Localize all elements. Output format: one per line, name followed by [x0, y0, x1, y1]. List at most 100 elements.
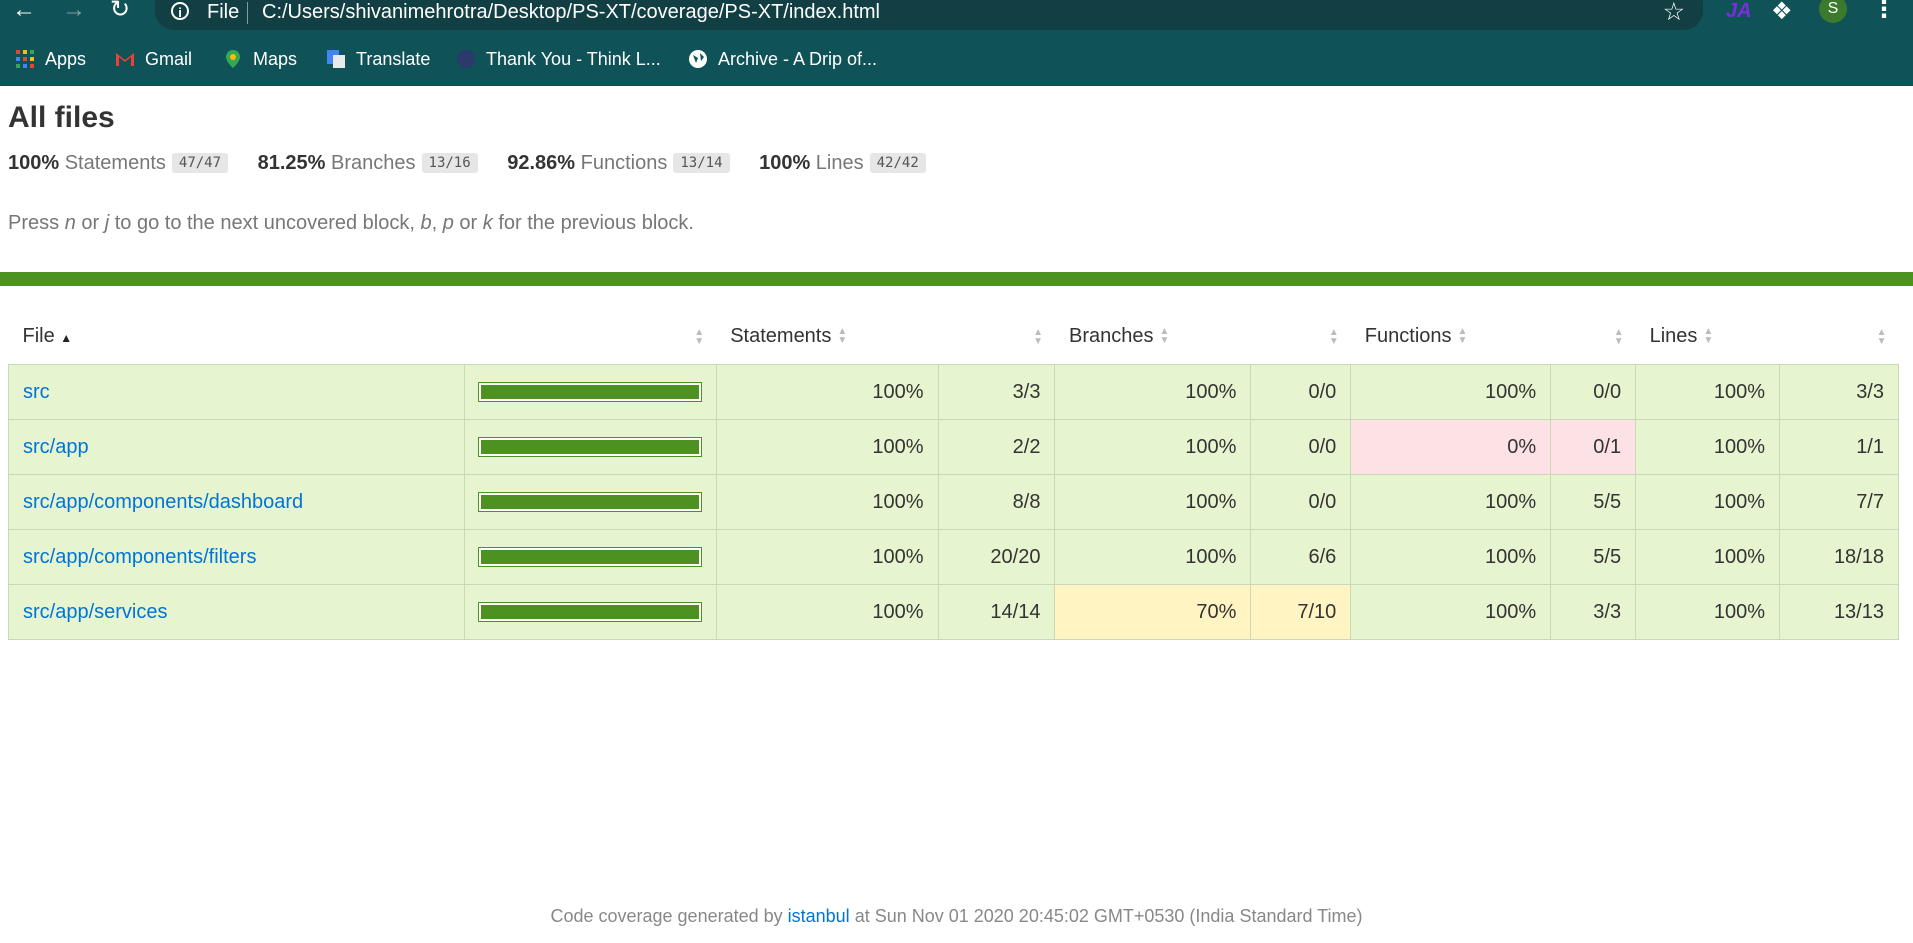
sort-icon: ▲ ▼ — [694, 327, 705, 347]
lines-pct: 100% — [1635, 584, 1780, 640]
statements-pct: 100% — [715, 584, 939, 640]
coverage-bar-cell — [463, 474, 717, 530]
col-lines-raw[interactable]: ▲ ▼ — [1779, 308, 1898, 365]
maps-icon — [226, 49, 240, 68]
file-link[interactable]: src/app/components/dashboard — [23, 491, 303, 513]
extension-ja-icon[interactable]: JA — [1726, 0, 1752, 23]
bookmark-gmail[interactable]: Gmail — [115, 47, 192, 71]
branches-pct: 100% — [1054, 529, 1252, 585]
statements-pct: 100% — [715, 474, 939, 530]
branches-fraction: 0/0 — [1250, 474, 1352, 530]
extensions-puzzle-icon[interactable]: ❖ — [1771, 0, 1793, 26]
col-functions-raw[interactable]: ▲ ▼ — [1551, 308, 1636, 365]
bookmark-maps[interactable]: Maps — [223, 47, 297, 71]
footer: Code coverage generated by istanbul at S… — [0, 906, 1913, 927]
hint-key: b — [420, 212, 432, 234]
lines-pct: 100% — [1635, 419, 1780, 475]
col-functions[interactable]: Functions ▲ ▼ — [1351, 308, 1551, 365]
thinkific-icon — [457, 49, 475, 68]
coverage-bar-cell — [463, 419, 717, 475]
col-branches[interactable]: Branches ▲ ▼ — [1055, 308, 1251, 365]
functions-pct: 100% — [1350, 364, 1552, 420]
summary-statements: 100% Statements 47/47 — [8, 152, 229, 175]
bookmark-label: Archive - A Drip of... — [718, 49, 878, 69]
istanbul-link[interactable]: istanbul — [788, 906, 850, 926]
file-cell: src/app/components/filters — [8, 529, 465, 585]
functions-fraction: 0/0 — [1550, 364, 1637, 420]
status-bar-green — [0, 272, 1913, 286]
col-lines[interactable]: Lines ▲ ▼ — [1636, 308, 1780, 365]
browser-menu-icon[interactable]: ⋮ — [1872, 0, 1896, 24]
apps-grid-icon — [16, 49, 34, 68]
lines-fraction: 7/7 — [1778, 474, 1900, 530]
statements-pct: 100% — [715, 364, 939, 420]
file-cell: src/app/services — [8, 584, 465, 640]
file-cell: src/app — [8, 419, 465, 475]
col-statements-raw[interactable]: ▲ ▼ — [938, 308, 1055, 365]
lines-pct: 100% — [1635, 529, 1780, 585]
bookmark-thank-you[interactable]: Thank You - Think L... — [456, 47, 661, 71]
file-cell: src — [8, 364, 465, 420]
file-link[interactable]: src/app/components/filters — [23, 546, 256, 568]
sort-icon: ▲ ▼ — [1328, 327, 1339, 347]
info-icon[interactable]: i — [171, 2, 189, 20]
forward-arrow-icon[interactable]: → — [62, 0, 86, 22]
bookmark-archive[interactable]: Archive - A Drip of... — [688, 47, 877, 71]
file-link[interactable]: src — [23, 381, 50, 403]
hint-text: , — [431, 212, 443, 234]
coverage-bar — [477, 602, 702, 622]
functions-pct: 100% — [1350, 529, 1552, 585]
summary-fraction: 13/16 — [421, 153, 478, 173]
url-text[interactable]: C:/Users/shivanimehrotra/Desktop/PS-XT/c… — [262, 1, 880, 24]
branches-pct: 100% — [1054, 474, 1252, 530]
summary-pct: 100% — [8, 152, 60, 174]
file-link[interactable]: src/app/services — [23, 601, 168, 623]
hint-key: k — [482, 212, 493, 234]
col-branches-raw[interactable]: ▲ ▼ — [1251, 308, 1351, 365]
coverage-bar-cell — [463, 584, 717, 640]
bookmarks-bar: Apps Gmail Maps Translate Thank You - Th… — [0, 30, 1913, 86]
file-cell: src/app/components/dashboard — [8, 474, 465, 530]
bookmark-star-icon[interactable]: ☆ — [1663, 0, 1685, 27]
functions-fraction: 0/1 — [1550, 419, 1637, 475]
file-link[interactable]: src/app — [23, 436, 89, 458]
sort-icon: ▲ ▼ — [837, 326, 848, 347]
branches-pct: 100% — [1054, 364, 1252, 420]
page-title: All files — [8, 101, 115, 134]
lines-pct: 100% — [1635, 364, 1780, 420]
col-file[interactable]: File ▲ — [9, 308, 465, 365]
coverage-bar — [477, 547, 702, 567]
summary-pct: 92.86% — [507, 152, 576, 174]
summary-fraction: 47/47 — [171, 153, 229, 173]
lines-pct: 100% — [1635, 474, 1780, 530]
col-file-bar[interactable]: ▲ ▼ — [464, 308, 716, 365]
back-arrow-icon[interactable]: ← — [12, 0, 36, 22]
coverage-bar — [477, 492, 702, 512]
summary-pct: 81.25% — [257, 152, 326, 174]
hint-text: or — [453, 212, 483, 234]
summary-label: Statements — [64, 152, 166, 174]
sort-icon: ▲ ▼ — [1876, 327, 1887, 347]
coverage-bar — [477, 382, 702, 402]
coverage-table: File ▲ ▲ ▼ Statements ▲ ▼ ▲ ▼ Branches ▲ ▼ ▲ ▼ … — [8, 308, 1900, 640]
table-row: src 100% 3/3 100% 0/0 100% 0/0 100% 3/3 — [8, 364, 1900, 420]
bookmark-apps[interactable]: Apps — [15, 47, 86, 71]
col-label: Lines — [1649, 324, 1698, 347]
address-bar[interactable]: i File C:/Users/shivanimehrotra/Desktop/… — [155, 0, 1703, 30]
gmail-icon — [116, 52, 134, 66]
table-row: src/app/services 100% 14/14 70% 7/10 100% 3/3 1… — [8, 584, 1900, 640]
col-statements[interactable]: Statements ▲ ▼ — [716, 308, 938, 365]
sort-icon: ▲ ▼ — [1159, 326, 1170, 347]
reload-icon[interactable]: ↻ — [110, 0, 130, 22]
table-header-row: File ▲ ▲ ▼ Statements ▲ ▼ ▲ ▼ Branches ▲ ▼ ▲ ▼ … — [9, 308, 1899, 365]
bookmark-label: Apps — [45, 49, 87, 69]
branches-fraction: 0/0 — [1250, 364, 1352, 420]
browser-toolbar: ← → ↻ i File C:/Users/shivanimehrotra/De… — [0, 0, 1913, 30]
translate-icon — [327, 49, 345, 68]
bookmark-translate[interactable]: Translate — [326, 47, 430, 71]
profile-avatar[interactable]: S — [1819, 0, 1847, 23]
url-scheme: File — [207, 1, 240, 23]
summary-fraction: 42/42 — [869, 153, 926, 173]
keyboard-hint: Press n or j to go to the next uncovered… — [8, 212, 694, 235]
table-row: src/app/components/dashboard 100% 8/8 100% 0… — [8, 474, 1900, 530]
